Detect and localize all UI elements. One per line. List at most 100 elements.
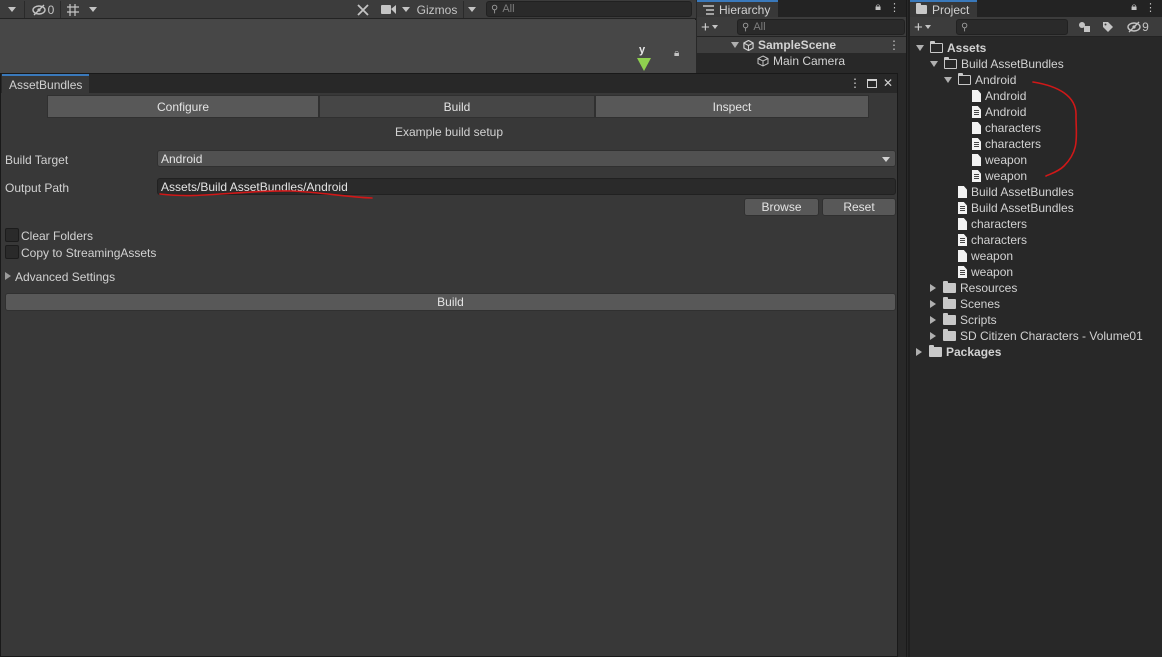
camera-dropdown[interactable] <box>401 1 411 18</box>
gizmo-y-axis[interactable] <box>637 58 651 71</box>
create-button[interactable]: + <box>701 18 718 36</box>
project-panel: Project 🔒︎ ⋮ + ⚲ 9 Assets Build AssetBun… <box>908 0 1162 657</box>
expand-arrow-icon[interactable] <box>916 45 924 51</box>
reset-button[interactable]: Reset <box>822 198 896 216</box>
build-target-dropdown[interactable]: Android <box>157 150 896 167</box>
folder-row[interactable]: Scenes <box>930 296 1000 312</box>
build-button[interactable]: Build <box>5 293 896 311</box>
close-icon[interactable]: ✕ <box>883 76 893 90</box>
tab-project[interactable]: Project <box>910 0 978 17</box>
asset-label: characters <box>971 217 1028 231</box>
hierarchy-item-label: Main Camera <box>773 54 846 68</box>
tab-hierarchy[interactable]: Hierarchy <box>697 0 779 17</box>
lock-icon[interactable]: 🔒︎ <box>1131 1 1137 14</box>
tools-toggle[interactable] <box>353 1 373 18</box>
tab-configure[interactable]: Configure <box>47 95 319 118</box>
folder-icon <box>943 313 956 325</box>
folder-row[interactable]: Assets <box>916 40 986 56</box>
output-path-field[interactable]: Assets/Build AssetBundles/Android <box>157 178 896 195</box>
expand-arrow-icon[interactable] <box>731 42 739 48</box>
plus-icon: + <box>701 18 710 36</box>
file-icon <box>958 218 967 230</box>
asset-row[interactable]: characters <box>972 136 1041 152</box>
asset-row[interactable]: Android <box>972 104 1026 120</box>
asset-row[interactable]: weapon <box>958 264 1013 280</box>
asset-row[interactable]: characters <box>972 120 1041 136</box>
tab-hierarchy-label: Hierarchy <box>719 2 771 17</box>
kebab-menu-icon[interactable]: ⋮ <box>849 76 861 90</box>
asset-row[interactable]: weapon <box>972 152 1027 168</box>
gizmo-y-label: y <box>639 44 646 56</box>
folder-row[interactable]: SD Citizen Characters - Volume01 <box>930 328 1143 344</box>
collapsed-arrow-icon[interactable] <box>930 300 936 308</box>
draw-mode-dropdown[interactable] <box>2 1 22 18</box>
scene-name: SampleScene <box>758 38 837 52</box>
asset-row[interactable]: characters <box>958 232 1027 248</box>
folder-row[interactable]: Scripts <box>930 312 997 328</box>
clear-folders-label: Clear Folders <box>21 229 94 243</box>
gameobject-cube-icon <box>757 55 769 67</box>
folder-icon <box>929 345 942 357</box>
expand-arrow-icon[interactable] <box>944 77 952 83</box>
kebab-menu-icon[interactable]: ⋮ <box>888 38 900 52</box>
kebab-menu-icon[interactable]: ⋮ <box>889 1 900 14</box>
maximize-icon[interactable] <box>866 78 877 88</box>
gizmos-dropdown[interactable] <box>465 1 479 18</box>
folder-row[interactable]: Resources <box>930 280 1017 296</box>
scene-row[interactable]: SampleScene ⋮ <box>697 37 906 53</box>
clear-folders-checkbox[interactable] <box>5 228 19 242</box>
folder-row[interactable]: Build AssetBundles <box>930 56 1064 72</box>
hierarchy-search-input[interactable]: ⚲ All <box>737 19 905 35</box>
camera-toggle[interactable] <box>378 1 400 18</box>
asset-label: Android <box>985 105 1027 119</box>
collapsed-arrow-icon[interactable] <box>930 316 936 324</box>
project-search-input[interactable]: ⚲ <box>956 19 1068 35</box>
tab-inspect[interactable]: Inspect <box>595 95 869 118</box>
hidden-packages-toggle[interactable]: 9 <box>1124 18 1152 35</box>
build-target-value: Android <box>161 151 203 166</box>
advanced-settings-foldout[interactable]: Advanced Settings <box>15 270 115 284</box>
collapsed-arrow-icon[interactable] <box>916 348 922 356</box>
folder-row[interactable]: Android <box>944 72 1016 88</box>
filter-by-type-button[interactable] <box>1074 18 1094 35</box>
grid-toggle[interactable] <box>62 1 84 18</box>
manifest-file-icon <box>958 234 967 246</box>
hierarchy-icon <box>703 4 714 15</box>
collapsed-arrow-icon[interactable] <box>930 284 936 292</box>
asset-row[interactable]: Android <box>972 88 1026 104</box>
lock-icon[interactable]: 🔒︎ <box>875 1 881 14</box>
asset-row[interactable]: characters <box>958 216 1027 232</box>
scene-visibility-toggle[interactable]: 0 <box>28 1 58 18</box>
browse-button[interactable]: Browse <box>744 198 819 216</box>
asset-row[interactable]: weapon <box>972 168 1027 184</box>
asset-row[interactable]: Build AssetBundles <box>958 184 1074 200</box>
filter-by-label-button[interactable] <box>1098 18 1118 35</box>
lock-icon[interactable]: 🔒︎ <box>674 48 679 59</box>
scene-search-input[interactable]: ⚲ All <box>486 1 692 17</box>
expand-arrow-icon[interactable] <box>930 61 938 67</box>
asset-label: characters <box>971 233 1028 247</box>
grid-dropdown[interactable] <box>86 1 100 18</box>
tab-build[interactable]: Build <box>319 95 595 118</box>
folder-icon <box>943 329 956 341</box>
asset-row[interactable]: Build AssetBundles <box>958 200 1074 216</box>
hierarchy-item[interactable]: Main Camera <box>757 53 845 69</box>
hidden-count: 9 <box>1142 19 1149 34</box>
build-heading: Example build setup <box>394 125 504 139</box>
collapsed-arrow-icon[interactable] <box>5 272 11 280</box>
create-button[interactable]: + <box>914 19 931 36</box>
folder-icon <box>943 281 956 293</box>
folder-label: Packages <box>946 345 1002 359</box>
gizmos-button[interactable]: Gizmos <box>412 1 462 18</box>
copy-streaming-checkbox[interactable] <box>5 245 19 259</box>
hierarchy-toolbar: + ⚲ All <box>697 17 906 37</box>
kebab-menu-icon[interactable]: ⋮ <box>1145 1 1156 14</box>
collapsed-arrow-icon[interactable] <box>930 332 936 340</box>
output-path-value: Assets/Build AssetBundles/Android <box>161 179 348 194</box>
asset-label: Build AssetBundles <box>971 185 1074 199</box>
folder-row[interactable]: Packages <box>916 344 1001 360</box>
tab-assetbundles[interactable]: AssetBundles <box>2 74 90 93</box>
project-tabbar: Project 🔒︎ ⋮ <box>910 0 1162 17</box>
asset-row[interactable]: weapon <box>958 248 1013 264</box>
manifest-file-icon <box>972 106 981 118</box>
